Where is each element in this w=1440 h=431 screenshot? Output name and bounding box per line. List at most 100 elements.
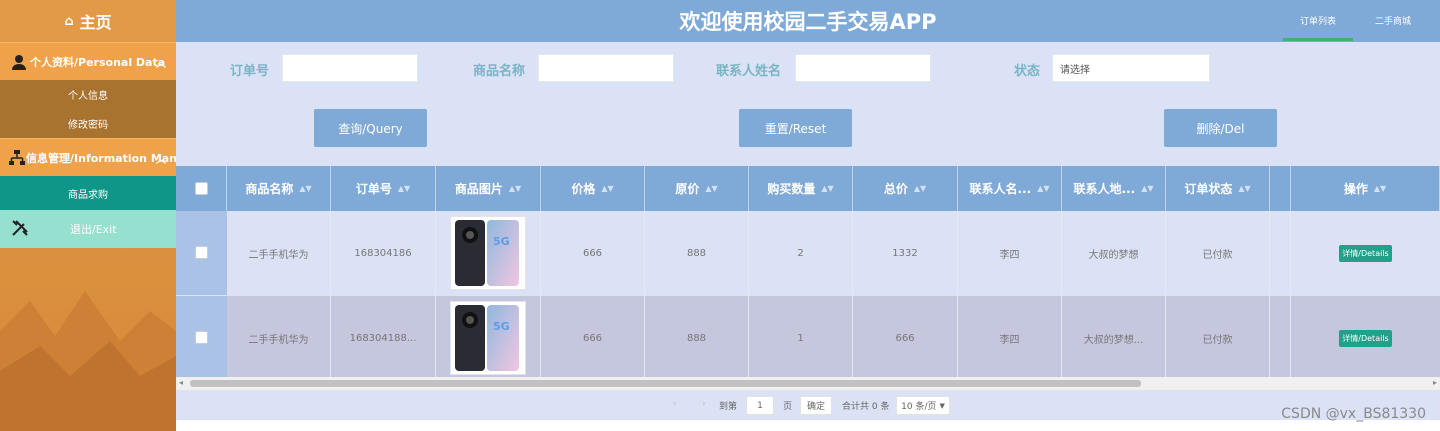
column-header[interactable]: 商品图片 ▲▼ <box>436 166 541 211</box>
sort-icon: ▲▼ <box>299 184 312 193</box>
sidebar-item-profile[interactable]: 个人信息 <box>0 80 176 109</box>
page-unit-label: 页 <box>783 402 793 412</box>
sidebar-item-exit[interactable]: 退出/Exit <box>0 210 176 248</box>
reset-button[interactable]: 重置/Reset <box>739 109 852 147</box>
column-header-label: 订单状态 <box>1184 182 1233 196</box>
scroll-left-icon[interactable]: ◂ <box>179 378 183 387</box>
cell-order-status: 已付款 <box>1166 296 1270 380</box>
order-number-label: 订单号 <box>230 64 270 79</box>
column-header[interactable]: 总价 ▲▼ <box>853 166 958 211</box>
horizontal-scrollbar[interactable]: ◂ ▸ <box>176 377 1440 390</box>
next-page-icon[interactable]: › <box>702 399 706 409</box>
sidebar: ⌂ 主页 个人资料/Personal Data ︿ 个人信息 修改密码 信息管理… <box>0 0 176 431</box>
menu-group-personal[interactable]: 个人资料/Personal Data ︿ <box>0 42 176 80</box>
table-row[interactable]: 二手手机华为 168304188... 5G 666 888 1 666 李四 … <box>176 295 1440 380</box>
contact-name-label: 联系人姓名 <box>716 64 782 79</box>
column-header-label: 商品图片 <box>454 182 503 196</box>
cell-contact-address: 大叔的梦想 <box>1062 211 1166 295</box>
status-select[interactable]: 请选择 <box>1052 54 1210 82</box>
contact-name-input[interactable] <box>795 54 931 82</box>
home-label: 主页 <box>79 13 112 32</box>
column-header[interactable]: 订单号 ▲▼ <box>331 166 436 211</box>
cell-original-price: 888 <box>645 211 749 295</box>
prev-page-icon[interactable]: ‹ <box>673 399 677 409</box>
product-image-label: 5G <box>493 235 510 248</box>
tab-order-list[interactable]: 订单列表 <box>1283 14 1353 27</box>
sidebar-item-purchase-request[interactable]: 商品求购 <box>0 176 176 210</box>
column-header[interactable]: 订单状态 ▲▼ <box>1166 166 1270 211</box>
chevron-up-icon: ︿ <box>156 59 166 70</box>
sidebar-item-label: 个人信息 <box>68 91 108 102</box>
sort-icon: ▲▼ <box>1141 184 1154 193</box>
sort-icon: ▲▼ <box>601 184 614 193</box>
query-button[interactable]: 查询/Query <box>314 109 427 147</box>
column-header[interactable]: 联系人名... ▲▼ <box>958 166 1062 211</box>
page-size-select[interactable]: 10 条/页 ▼ <box>896 396 950 415</box>
mountain-background <box>0 291 176 431</box>
scroll-right-icon[interactable]: ▸ <box>1433 378 1437 387</box>
cell-order-status: 已付款 <box>1166 211 1270 295</box>
product-name-input[interactable] <box>538 54 674 82</box>
cell-product-image: 5G <box>436 211 541 295</box>
order-number-input[interactable] <box>282 54 418 82</box>
pagination: ‹ › 到第 1 页 确定 合计共 0 条 10 条/页 ▼ <box>176 390 1440 420</box>
column-header[interactable]: 操作 ▲▼ <box>1291 166 1440 211</box>
details-button[interactable]: 详情/Details <box>1339 244 1392 262</box>
sort-icon: ▲▼ <box>821 184 834 193</box>
sitemap-icon <box>8 147 26 169</box>
cell-actions: 详情/Details <box>1291 296 1440 380</box>
cell-quantity: 1 <box>749 296 853 380</box>
column-header-label: 操作 <box>1343 182 1368 196</box>
select-all-checkbox[interactable] <box>195 182 208 195</box>
column-header-label: 购买数量 <box>767 182 816 196</box>
watermark: CSDN @vx_BS81330 <box>1281 406 1426 422</box>
column-header-spacer <box>1270 166 1291 211</box>
chevron-down-icon: ▼ <box>939 401 945 410</box>
scrollbar-thumb[interactable] <box>190 380 1141 387</box>
menu-group-personal-label: 个人资料/Personal Data <box>30 55 166 69</box>
column-header[interactable]: 联系人地... ▲▼ <box>1062 166 1166 211</box>
cell-order-number: 168304186 <box>331 211 436 295</box>
details-button[interactable]: 详情/Details <box>1339 329 1392 347</box>
sidebar-item-label: 修改密码 <box>68 120 108 131</box>
row-checkbox[interactable] <box>195 331 208 344</box>
tools-icon <box>10 218 30 241</box>
cell-actions: 详情/Details <box>1291 211 1440 295</box>
page-title: 欢迎使用校园二手交易APP <box>679 10 937 34</box>
cell-original-price: 888 <box>645 296 749 380</box>
cell-total: 1332 <box>853 211 958 295</box>
sidebar-item-change-password[interactable]: 修改密码 <box>0 109 176 138</box>
confirm-page-button[interactable]: 确定 <box>800 396 832 415</box>
cell-order-number: 168304188... <box>331 296 436 380</box>
column-header-label: 总价 <box>883 182 908 196</box>
home-icon: ⌂ <box>64 13 74 29</box>
column-header[interactable]: 价格 ▲▼ <box>541 166 645 211</box>
page-number-input[interactable]: 1 <box>746 396 774 415</box>
menu-group-information-label: 信息管理/Information Manage <box>26 151 176 165</box>
column-header[interactable]: 购买数量 ▲▼ <box>749 166 853 211</box>
product-image: 5G <box>450 216 526 290</box>
column-header[interactable]: 商品名称 ▲▼ <box>227 166 331 211</box>
chevron-up-icon: ︿ <box>156 155 166 166</box>
sort-icon: ▲▼ <box>508 184 522 193</box>
column-header[interactable]: 原价 ▲▼ <box>645 166 749 211</box>
sort-icon: ▲▼ <box>1238 184 1251 193</box>
top-header: 欢迎使用校园二手交易APP 订单列表 二手商城 <box>176 0 1440 42</box>
column-header-label: 联系人地... <box>1073 182 1136 196</box>
menu-group-information[interactable]: 信息管理/Information Manage ︿ <box>0 138 176 176</box>
cell-spacer <box>1270 296 1291 380</box>
cell-spacer <box>1270 211 1291 295</box>
cell-total: 666 <box>853 296 958 380</box>
table-row[interactable]: 二手手机华为 168304186 5G 666 888 2 1332 李四 大叔… <box>176 211 1440 295</box>
delete-button[interactable]: 删除/Del <box>1164 109 1277 147</box>
orders-table: 商品名称 ▲▼ 订单号 ▲▼ 商品图片 ▲▼ 价格 ▲▼ 原价 ▲▼ 购买数量 ▲▼ 总价 ▲… <box>176 166 1440 388</box>
row-select-cell <box>176 211 227 295</box>
goto-label: 到第 <box>719 402 738 412</box>
product-image-label: 5G <box>493 320 510 333</box>
row-checkbox[interactable] <box>195 246 208 259</box>
tab-second-hand-mall[interactable]: 二手商城 <box>1363 14 1423 27</box>
cell-quantity: 2 <box>749 211 853 295</box>
home-link[interactable]: ⌂ 主页 <box>0 0 176 42</box>
column-header-label: 订单号 <box>355 182 392 196</box>
cell-product-name: 二手手机华为 <box>227 296 331 380</box>
